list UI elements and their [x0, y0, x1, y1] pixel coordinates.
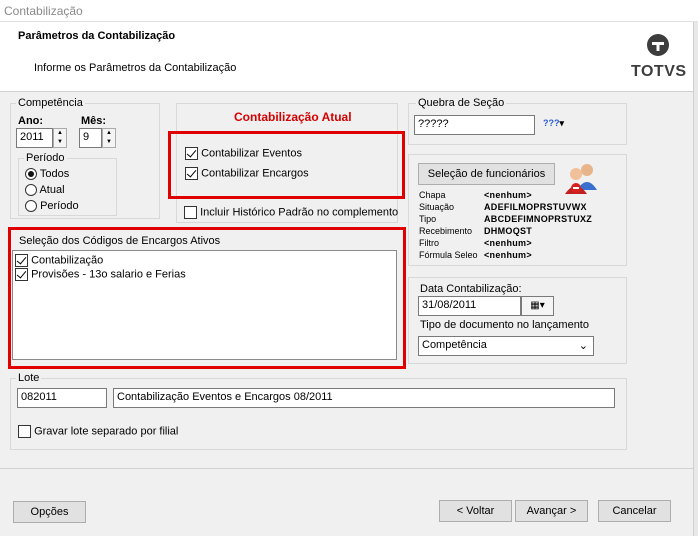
chevron-down-icon: ▾: [539, 300, 545, 311]
encargos-list[interactable]: Contabilização Provisões - 13o salario e…: [12, 250, 397, 360]
window-edge: [693, 22, 698, 536]
tipo-documento-select[interactable]: Competência ⌄: [418, 336, 594, 356]
totvs-logo: TOTVS: [631, 63, 687, 80]
formula-value: <nenhum>: [484, 250, 532, 260]
contabilizar-eventos-checkbox[interactable]: Contabilizar Eventos: [185, 147, 302, 160]
window-title: Contabilização: [0, 0, 698, 22]
filtro-value: <nenhum>: [484, 238, 532, 248]
footer-divider: [0, 468, 693, 469]
highlight-box-eventos: [168, 131, 405, 199]
radio-todos[interactable]: [25, 168, 37, 181]
list-item[interactable]: Provisões - 13o salario e Ferias: [15, 268, 186, 281]
lote-description-input[interactable]: Contabilização Eventos e Encargos 08/201…: [113, 388, 615, 408]
data-contab-input[interactable]: 31/08/2011: [418, 296, 521, 316]
situacao-value: ADEFILMOPRSTUVWX: [484, 202, 587, 212]
radio-periodo[interactable]: [25, 200, 37, 213]
wizard-header: Parâmetros da Contabilização Informe os …: [0, 22, 698, 92]
incluir-historico-checkbox[interactable]: Incluir Histórico Padrão no complemento: [184, 206, 398, 219]
checkbox-historico[interactable]: [184, 206, 197, 219]
recebimento-label: Recebimento: [419, 226, 473, 236]
tipo-value: ABCDEFIMNOPRSTUXZ: [484, 214, 593, 224]
periodo-option-atual[interactable]: Atual: [25, 184, 65, 197]
checkbox-gravar-lote[interactable]: [18, 425, 31, 438]
mes-input[interactable]: 9: [79, 128, 102, 148]
tipo-label: Tipo: [419, 214, 437, 224]
totvs-logo-icon: [647, 34, 669, 56]
quebra-input[interactable]: ?????: [414, 115, 535, 135]
opcoes-button[interactable]: Opções: [13, 501, 86, 523]
contabilizacao-atual-title: Contabilização Atual: [234, 110, 352, 124]
calendar-picker-button[interactable]: ▦▾: [521, 296, 554, 316]
periodo-label: Período: [24, 152, 67, 164]
gravar-lote-checkbox[interactable]: Gravar lote separado por filial: [18, 425, 178, 438]
ano-spinner[interactable]: ▲ ▼: [53, 128, 67, 148]
data-contab-label: Data Contabilização:: [420, 283, 522, 295]
situacao-label: Situação: [419, 202, 455, 212]
chevron-down-icon: ▾: [559, 118, 565, 128]
quebra-dropdown-button[interactable]: ???▾: [543, 118, 564, 129]
contabilizar-encargos-checkbox[interactable]: Contabilizar Encargos: [185, 167, 309, 180]
ano-label: Ano:: [18, 115, 44, 127]
chevron-down-icon: ⌄: [578, 340, 588, 352]
people-icon[interactable]: [563, 160, 601, 196]
periodo-option-periodo[interactable]: Período: [25, 200, 79, 213]
tipo-documento-label: Tipo de documento no lançamento: [420, 319, 589, 331]
checkbox-encargos[interactable]: [185, 167, 198, 180]
selecao-funcionarios-button[interactable]: Seleção de funcionários: [418, 163, 555, 185]
page-subtitle: Informe os Parâmetros da Contabilização: [34, 62, 237, 74]
avancar-button[interactable]: Avançar >: [515, 500, 588, 522]
mes-spinner[interactable]: ▲ ▼: [102, 128, 116, 148]
lote-label: Lote: [16, 372, 42, 384]
quebra-label: Quebra de Seção: [416, 97, 507, 109]
voltar-button[interactable]: < Voltar: [439, 500, 512, 522]
ano-input[interactable]: 2011: [16, 128, 53, 148]
radio-atual[interactable]: [25, 184, 37, 197]
filtro-label: Filtro: [419, 238, 439, 248]
mes-label: Mês:: [81, 115, 107, 127]
encargos-label: Seleção dos Códigos de Encargos Ativos: [17, 235, 223, 247]
checkbox-encargo-contabilizacao[interactable]: [15, 254, 28, 267]
cancelar-button[interactable]: Cancelar: [598, 500, 671, 522]
formula-label: Fórmula Seleo: [419, 250, 478, 260]
competencia-label: Competência: [16, 97, 85, 109]
recebimento-value: DHMOQST: [484, 226, 533, 236]
checkbox-eventos[interactable]: [185, 147, 198, 160]
checkbox-encargo-provisoes[interactable]: [15, 268, 28, 281]
chapa-value: <nenhum>: [484, 190, 532, 200]
chapa-label: Chapa: [419, 190, 446, 200]
lote-code-input[interactable]: 082011: [17, 388, 107, 408]
calendar-icon: ▦: [530, 300, 540, 311]
page-title: Parâmetros da Contabilização: [18, 30, 176, 42]
periodo-option-todos[interactable]: Todos: [25, 168, 69, 181]
list-item[interactable]: Contabilização: [15, 254, 103, 267]
